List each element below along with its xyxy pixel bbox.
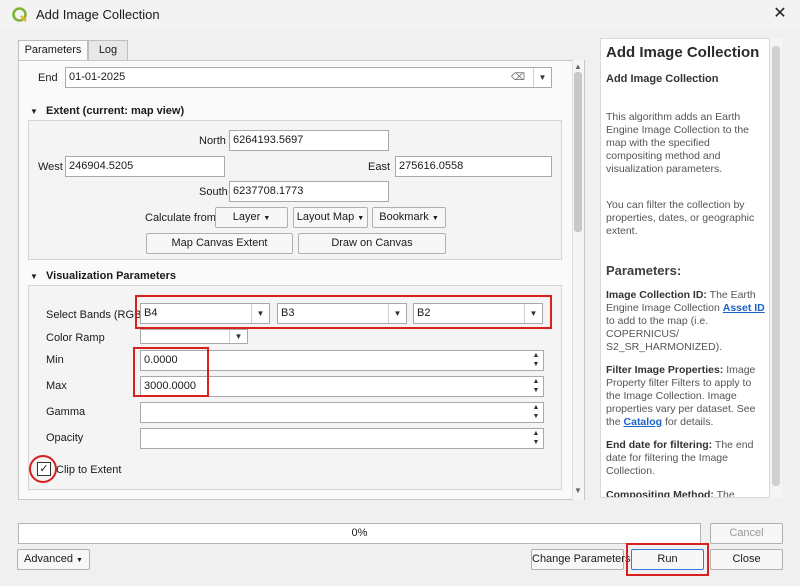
- max-label: Max: [46, 380, 67, 392]
- chevron-down-icon[interactable]: ▼: [533, 68, 551, 87]
- north-field[interactable]: 6264193.5697: [229, 130, 389, 151]
- help-filter-properties-label: Filter Image Properties:: [606, 364, 724, 376]
- qgis-logo-icon: [12, 7, 27, 22]
- scroll-up-icon[interactable]: ▲: [574, 62, 582, 71]
- color-ramp-select[interactable]: ▼: [140, 329, 248, 344]
- checkbox-highlight: [29, 455, 57, 483]
- end-date-value: 01-01-2025: [69, 71, 126, 83]
- help-end-date: End date for filtering: The end date for…: [606, 439, 768, 478]
- visualization-title: Visualization Parameters: [46, 270, 177, 282]
- map-canvas-extent-button[interactable]: Map Canvas Extent: [146, 233, 293, 254]
- extent-title: Extent (current: map view): [46, 105, 185, 117]
- select-bands-label: Select Bands (RGB): [46, 309, 146, 321]
- bookmark-label: Bookmark: [379, 211, 429, 223]
- spinner-icon[interactable]: ▲ ▼: [529, 351, 543, 370]
- run-highlight: [626, 543, 709, 576]
- opacity-field[interactable]: ▲ ▼: [140, 428, 544, 449]
- help-compositing: Compositing Method: The: [606, 489, 768, 498]
- south-field[interactable]: 6237708.1773: [229, 181, 389, 202]
- clip-to-extent-label: Clip to Extent: [56, 464, 122, 476]
- help-description: This algorithm adds an Earth Engine Imag…: [606, 111, 750, 175]
- collapse-triangle-icon[interactable]: ▼: [30, 272, 38, 281]
- progress-bar: 0%: [18, 523, 701, 544]
- scrollbar-thumb[interactable]: [574, 72, 582, 232]
- chevron-down-icon: ▼: [357, 215, 365, 222]
- chevron-down-icon: ▼: [229, 330, 247, 343]
- east-field[interactable]: 275616.0558: [395, 156, 552, 177]
- asset-id-link[interactable]: Asset ID: [723, 302, 765, 314]
- north-label: North: [199, 135, 226, 147]
- west-field[interactable]: 246904.5205: [65, 156, 225, 177]
- clear-icon[interactable]: ⌫: [511, 68, 525, 87]
- draw-on-canvas-button[interactable]: Draw on Canvas: [298, 233, 446, 254]
- west-label: West: [38, 161, 63, 173]
- gamma-label: Gamma: [46, 406, 86, 418]
- min-label: Min: [46, 354, 64, 366]
- gamma-field[interactable]: ▲ ▼: [140, 402, 544, 423]
- help-collection-id-label: Image Collection ID:: [606, 289, 707, 301]
- help-panel: Add Image Collection Add Image Collectio…: [600, 38, 770, 498]
- help-filter-properties-tail: for details.: [662, 416, 714, 428]
- help-collection-id-example: to add to the map (i.e. COPERNICUS/ S2_S…: [606, 315, 723, 353]
- layer-button[interactable]: Layer ▼: [215, 207, 288, 228]
- cancel-button[interactable]: Cancel: [710, 523, 783, 544]
- help-compositing-text: The: [713, 489, 735, 498]
- end-date-field[interactable]: 01-01-2025 ⌫ ▼: [65, 67, 552, 88]
- help-title: Add Image Collection: [606, 44, 760, 61]
- chevron-down-icon: ▼: [263, 215, 271, 222]
- bookmark-button[interactable]: Bookmark ▼: [372, 207, 446, 228]
- close-window-icon[interactable]: ✕: [770, 4, 790, 24]
- spinner-icon[interactable]: ▲ ▼: [529, 377, 543, 396]
- calculate-from-label: Calculate from: [145, 212, 216, 224]
- change-parameters-button[interactable]: Change Parameters: [531, 549, 630, 570]
- spinner-icon[interactable]: ▲ ▼: [529, 429, 543, 448]
- help-collection-id: Image Collection ID: The Earth Engine Im…: [606, 289, 768, 354]
- help-end-date-label: End date for filtering:: [606, 439, 713, 451]
- scroll-down-icon[interactable]: ▼: [574, 486, 582, 495]
- advanced-label: Advanced: [24, 553, 73, 565]
- bands-highlight: [135, 295, 552, 329]
- layer-button-label: Layer: [232, 211, 261, 223]
- chevron-down-icon: ▼: [76, 557, 83, 564]
- help-compositing-label: Compositing Method:: [606, 489, 714, 498]
- tab-log[interactable]: Log: [88, 40, 128, 60]
- south-label: South: [199, 186, 228, 198]
- window-title: Add Image Collection: [36, 7, 160, 22]
- help-parameters-title: Parameters:: [606, 263, 682, 278]
- close-button[interactable]: Close: [710, 549, 783, 570]
- collapse-triangle-icon[interactable]: ▼: [30, 107, 38, 116]
- layout-map-button[interactable]: Layout Map ▼: [293, 207, 368, 228]
- color-ramp-label: Color Ramp: [46, 332, 105, 344]
- chevron-down-icon: ▼: [431, 215, 439, 222]
- catalog-link[interactable]: Catalog: [624, 416, 663, 428]
- help-subtitle: Add Image Collection: [606, 73, 719, 85]
- opacity-label: Opacity: [46, 432, 84, 444]
- end-label: End: [38, 72, 58, 84]
- layout-map-label: Layout Map: [296, 211, 355, 223]
- east-label: East: [368, 161, 391, 173]
- advanced-button[interactable]: Advanced ▼: [17, 549, 90, 570]
- help-filter-text: You can filter the collection by propert…: [606, 199, 755, 237]
- min-max-highlight: [133, 347, 209, 397]
- spinner-icon[interactable]: ▲ ▼: [529, 403, 543, 422]
- help-filter-properties: Filter Image Properties: Image Property …: [606, 364, 768, 429]
- tab-parameters[interactable]: Parameters: [18, 40, 88, 61]
- help-scrollbar-thumb[interactable]: [772, 46, 780, 486]
